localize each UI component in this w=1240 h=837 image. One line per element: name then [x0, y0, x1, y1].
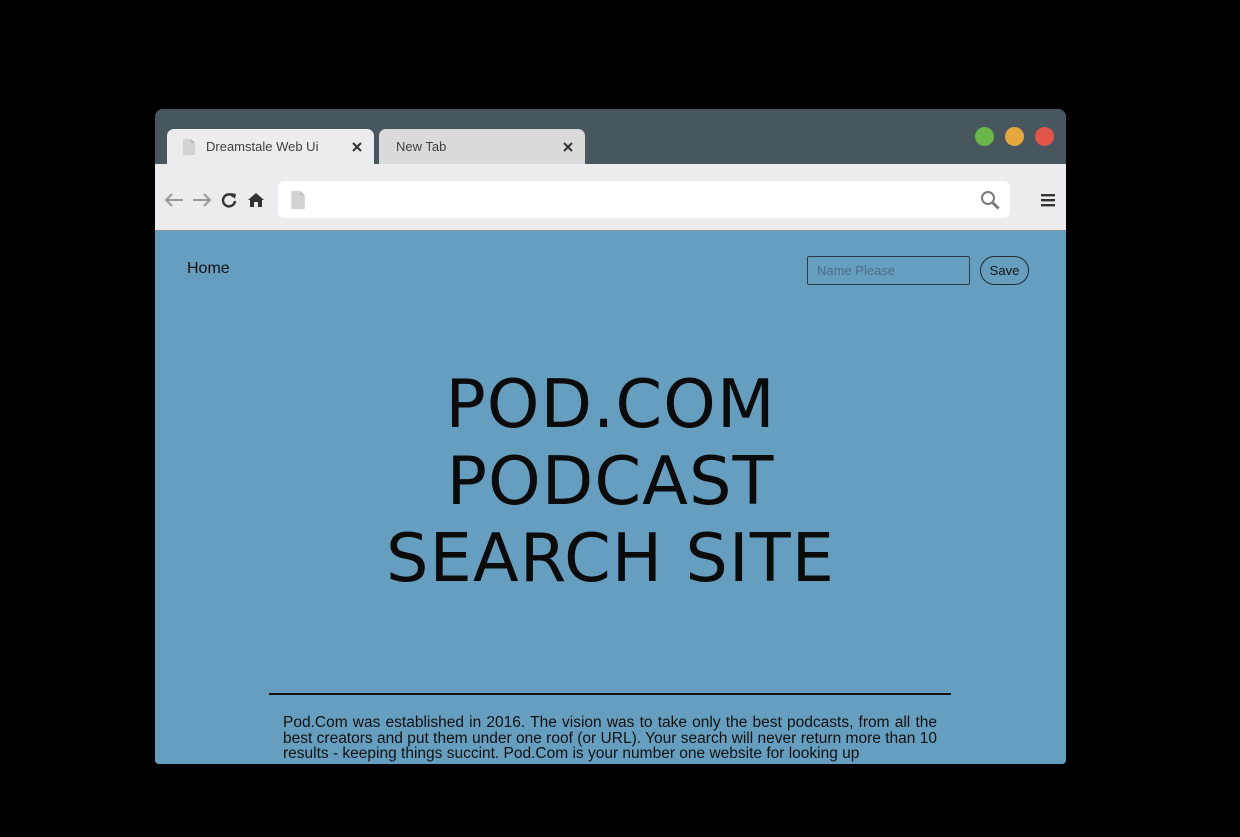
tab-new[interactable]: New Tab [379, 129, 585, 164]
hero-line: PODCAST [446, 442, 775, 520]
minimize-button[interactable] [1005, 127, 1024, 146]
home-icon[interactable] [245, 189, 267, 211]
name-input[interactable] [807, 256, 970, 285]
reload-icon[interactable] [218, 189, 240, 211]
hero-title: POD.COM PODCAST SEARCH SITE [155, 366, 1066, 597]
home-link[interactable]: Home [187, 260, 230, 278]
hero-line: POD.COM [445, 365, 776, 443]
search-icon[interactable] [980, 190, 1000, 210]
divider [269, 693, 951, 695]
about-paragraph: Pod.Com was established in 2016. The vis… [283, 714, 937, 762]
save-button[interactable]: Save [980, 256, 1029, 285]
close-icon[interactable] [346, 136, 368, 158]
forward-arrow-icon[interactable] [191, 189, 213, 211]
hamburger-menu-icon[interactable] [1040, 192, 1056, 208]
title-bar: Dreamstale Web Ui New Tab [155, 109, 1066, 164]
browser-toolbar [155, 164, 1066, 231]
document-icon [183, 138, 195, 155]
maximize-button[interactable] [975, 127, 994, 146]
back-arrow-icon[interactable] [163, 189, 185, 211]
page-content: Home Save POD.COM PODCAST SEARCH SITE Po… [155, 231, 1066, 764]
hero-line: SEARCH SITE [386, 519, 835, 597]
url-input[interactable] [318, 187, 962, 213]
tab-label: New Tab [396, 139, 447, 154]
close-icon[interactable] [557, 136, 579, 158]
close-window-button[interactable] [1035, 127, 1054, 146]
address-bar[interactable] [278, 181, 1010, 218]
window-controls [975, 127, 1054, 146]
tab-label: Dreamstale Web Ui [206, 139, 319, 154]
document-icon [291, 191, 305, 209]
tab-dreamstale[interactable]: Dreamstale Web Ui [167, 129, 374, 164]
browser-window: Dreamstale Web Ui New Tab Home Name Plea… [155, 109, 1066, 764]
